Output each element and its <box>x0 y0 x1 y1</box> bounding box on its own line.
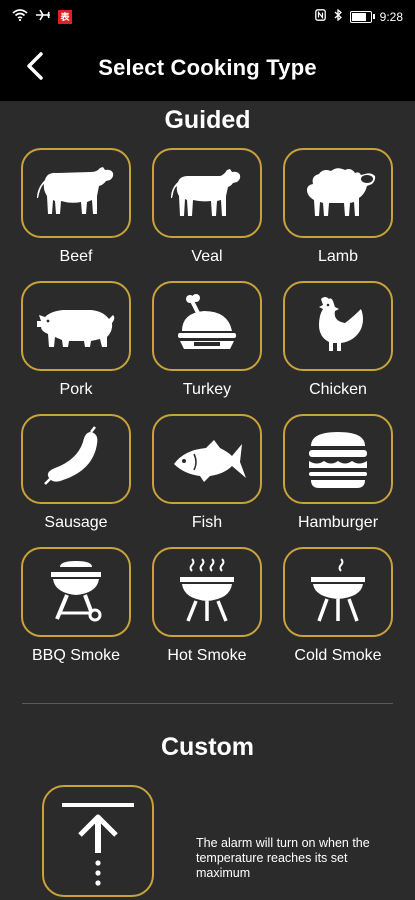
tile-label-fish: Fish <box>191 514 223 531</box>
cooking-type-hot-smoke[interactable] <box>152 547 262 637</box>
tile-label-hamburger: Hamburger <box>297 514 379 531</box>
guided-section-title: Guided <box>164 106 251 134</box>
app-notification-badge: 表 <box>58 9 72 24</box>
bluetooth-icon <box>334 8 342 24</box>
cooking-type-fish[interactable] <box>152 414 262 504</box>
hot-smoke-grill-icon <box>180 558 234 622</box>
cooking-type-pork[interactable] <box>21 281 131 371</box>
tile-label-bbq-smoke: BBQ Smoke <box>31 647 121 664</box>
custom-section-title: Custom <box>160 733 255 761</box>
airplane-icon <box>36 9 50 24</box>
cooking-type-chicken[interactable] <box>283 281 393 371</box>
pig-icon <box>37 310 115 347</box>
cow-icon <box>37 167 114 214</box>
calf-icon <box>171 169 241 216</box>
status-bar: 表 9:28 <box>0 0 415 33</box>
tile-label-pork: Pork <box>59 381 93 398</box>
bbq-grill-icon <box>51 561 102 622</box>
tile-label-beef: Beef <box>59 248 93 265</box>
sheep-icon <box>307 168 376 216</box>
chicken-icon <box>319 297 363 351</box>
max-temperature-arrow-icon <box>62 803 134 886</box>
tile-label-chicken: Chicken <box>309 381 367 398</box>
cold-smoke-grill-icon <box>311 558 365 622</box>
cooking-type-beef[interactable] <box>21 148 131 238</box>
clock-time: 9:28 <box>379 9 403 24</box>
roast-turkey-icon <box>178 294 236 349</box>
wifi-icon <box>12 9 28 24</box>
hamburger-icon <box>309 432 367 488</box>
cooking-type-lamb[interactable] <box>283 148 393 238</box>
status-right: 9:28 <box>314 8 403 24</box>
cooking-type-sausage[interactable] <box>21 414 131 504</box>
fish-icon <box>174 440 246 482</box>
cooking-type-cold-smoke[interactable] <box>283 547 393 637</box>
tile-label-sausage: Sausage <box>44 514 108 531</box>
custom-cooking-tile[interactable] <box>42 785 154 897</box>
sausage-icon <box>44 426 98 485</box>
tile-label-turkey: Turkey <box>182 381 232 398</box>
battery-icon <box>349 10 375 23</box>
status-left: 表 <box>12 9 72 24</box>
app-bar: Select Cooking Type <box>0 33 415 101</box>
section-divider <box>22 703 393 704</box>
cooking-type-turkey[interactable] <box>152 281 262 371</box>
tile-label-lamb: Lamb <box>317 248 359 265</box>
nfc-icon <box>314 9 326 24</box>
cooking-type-veal[interactable] <box>152 148 262 238</box>
page-title: Select Cooking Type <box>98 55 317 80</box>
custom-description: The alarm will turn on when the temperat… <box>196 836 370 880</box>
tile-label-veal: Veal <box>191 248 223 265</box>
cooking-type-bbq-smoke[interactable] <box>21 547 131 637</box>
tile-label-hot-smoke: Hot Smoke <box>167 647 247 664</box>
cooking-type-hamburger[interactable] <box>283 414 393 504</box>
tile-label-cold-smoke: Cold Smoke <box>294 647 382 664</box>
